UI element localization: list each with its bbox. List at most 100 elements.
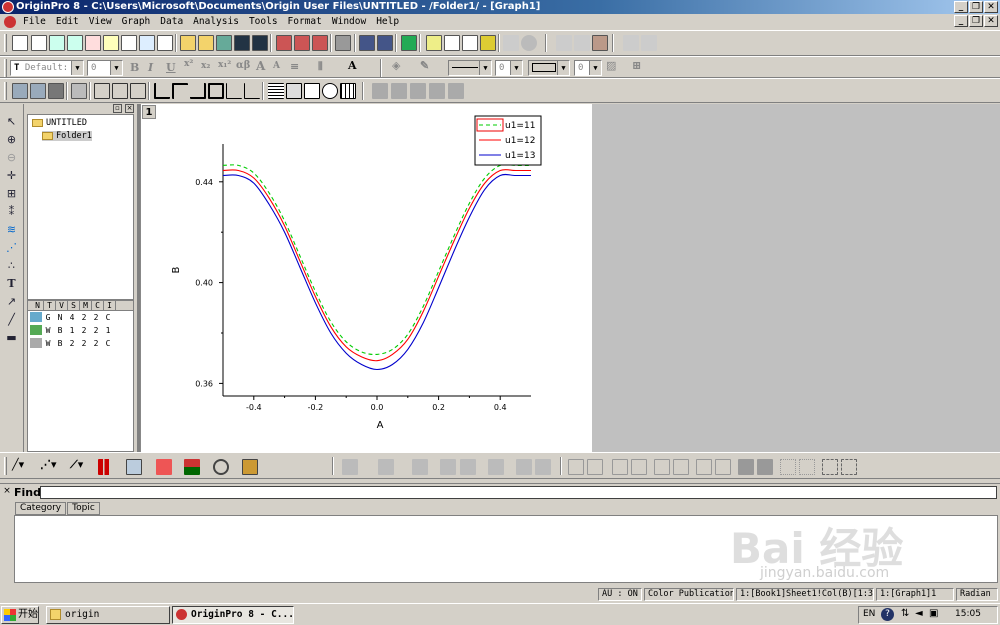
project-explorer-icon[interactable] [401, 35, 417, 51]
add-layer-icon[interactable] [623, 35, 639, 51]
menu-data[interactable]: Data [155, 16, 188, 27]
menu-window[interactable]: Window [327, 16, 371, 27]
ungroup-icon[interactable] [429, 83, 445, 99]
text-tool-icon[interactable]: T [4, 276, 19, 291]
menu-help[interactable]: Help [371, 16, 404, 27]
duplicate-icon[interactable] [359, 35, 375, 51]
subscript-icon[interactable]: x₂ [201, 61, 210, 71]
explorer-pin-icon[interactable]: ▫ [113, 104, 122, 113]
send-back-icon[interactable] [757, 459, 773, 475]
menu-view[interactable]: View [84, 16, 117, 27]
underline-icon[interactable]: U [166, 61, 176, 74]
align-icon[interactable]: ≡ [290, 60, 299, 73]
decrease-font-icon[interactable]: A [273, 61, 280, 71]
mdi-minimize-button[interactable]: _ [954, 15, 968, 27]
list-item[interactable]: WB222C [28, 337, 133, 350]
fill-color-icon[interactable]: ◈ [392, 59, 400, 72]
origin-app-icon[interactable] [2, 1, 14, 13]
align-left-icon[interactable] [568, 459, 584, 475]
regional-data-selector-icon[interactable]: ⋰ [4, 240, 19, 255]
list-item[interactable]: WB1221 [28, 324, 133, 337]
whole-page-icon[interactable] [48, 83, 64, 99]
align-right-icon[interactable] [587, 459, 603, 475]
add-new-columns-icon[interactable] [503, 35, 519, 51]
toolbar-grip[interactable] [4, 34, 7, 52]
print-icon[interactable] [335, 35, 351, 51]
header-name[interactable]: N [32, 301, 44, 310]
new-notes-icon[interactable] [157, 35, 173, 51]
draw-data-icon[interactable]: ≋ [4, 222, 19, 237]
template-library-icon[interactable] [242, 459, 258, 475]
group-icon[interactable] [410, 83, 426, 99]
network-icon[interactable]: ⇅ [901, 608, 909, 619]
axis-bottom-left-icon[interactable] [154, 83, 170, 99]
open-template-icon[interactable] [198, 35, 214, 51]
axis-bottom-right-icon[interactable] [190, 83, 206, 99]
bold-icon[interactable]: B [130, 61, 139, 74]
zoom-icon[interactable]: ⊕ [4, 132, 19, 147]
explorer-close-icon[interactable]: × [125, 104, 134, 113]
front-icon[interactable] [372, 83, 388, 99]
help-icon[interactable]: ? [881, 608, 894, 621]
align-object-icon[interactable] [448, 83, 464, 99]
rectangle-tool-icon[interactable]: ▬ [4, 330, 19, 345]
pattern-select[interactable]: ▼ [528, 60, 570, 76]
data-selector-icon[interactable]: ⁑ [4, 204, 19, 219]
tree-folder1[interactable]: Folder1 [42, 131, 92, 141]
pointer-icon[interactable]: ↖ [4, 114, 19, 129]
new-workbook-icon[interactable] [49, 35, 65, 51]
zoom-in-icon[interactable] [12, 83, 28, 99]
layer-one-icon[interactable] [94, 83, 110, 99]
line-tool-icon[interactable]: ╱ [4, 312, 19, 327]
color-scale-icon[interactable] [304, 83, 320, 99]
import-single-ascii-icon[interactable] [276, 35, 292, 51]
language-indicator[interactable]: EN [863, 609, 875, 619]
find-close-icon[interactable]: × [2, 486, 12, 496]
line-color-icon[interactable]: ✎ [420, 59, 429, 72]
volume-icon[interactable]: ◄ [915, 608, 923, 619]
mdi-document-icon[interactable] [4, 15, 16, 28]
table-icon[interactable] [340, 83, 356, 99]
group-objects-icon[interactable] [780, 459, 796, 475]
bring-front-icon[interactable] [738, 459, 754, 475]
layer-content-icon[interactable] [268, 83, 284, 99]
legend-icon[interactable] [286, 83, 302, 99]
supersubscript-icon[interactable]: x₁² [218, 60, 231, 70]
merge-layer-icon[interactable] [641, 35, 657, 51]
command-window-icon[interactable] [462, 35, 478, 51]
multi-curve-icon[interactable] [126, 459, 142, 475]
tab-topic[interactable]: Topic [67, 502, 100, 515]
rescale-icon[interactable] [71, 83, 87, 99]
screen-reader-icon[interactable]: ✛ [4, 168, 19, 183]
header-view[interactable]: V [56, 301, 68, 310]
new-excel-icon[interactable] [67, 35, 83, 51]
tab-category[interactable]: Category [15, 502, 67, 515]
layer-two-icon[interactable] [112, 83, 128, 99]
header-type[interactable]: T [44, 301, 56, 310]
cut-icon[interactable] [556, 35, 572, 51]
heatmap-icon[interactable] [535, 459, 551, 475]
font-size-select[interactable]: 0 ▼ [87, 60, 123, 76]
task-origin-folder[interactable]: origin [46, 606, 170, 624]
tree-root[interactable]: UNTITLED [32, 118, 87, 128]
save-project-icon[interactable] [234, 35, 250, 51]
new-layout-icon[interactable] [139, 35, 155, 51]
menu-format[interactable]: Format [283, 16, 327, 27]
new-graph-icon[interactable] [85, 35, 101, 51]
header-modified[interactable]: M [80, 301, 92, 310]
column-align-icon[interactable]: ⫴ [318, 60, 323, 74]
back-icon[interactable] [391, 83, 407, 99]
select-region-icon[interactable] [841, 459, 857, 475]
mdi-restore-button[interactable]: ❐ [969, 15, 983, 27]
ungroup-objects-icon[interactable] [799, 459, 815, 475]
new-matrix-icon[interactable] [103, 35, 119, 51]
list-item[interactable]: GN422C [28, 311, 133, 324]
line-plot-icon[interactable]: ╱▾ [12, 458, 24, 471]
data-reader-icon[interactable]: ⊞ [4, 186, 19, 201]
greek-icon[interactable]: αβ [236, 60, 250, 71]
font-select[interactable]: T Default: ▼ [10, 60, 84, 76]
polar-plot-icon[interactable] [213, 459, 229, 475]
copy-icon[interactable] [574, 35, 590, 51]
import-wizard-icon[interactable] [312, 35, 328, 51]
3d-bar-icon[interactable] [378, 459, 394, 475]
